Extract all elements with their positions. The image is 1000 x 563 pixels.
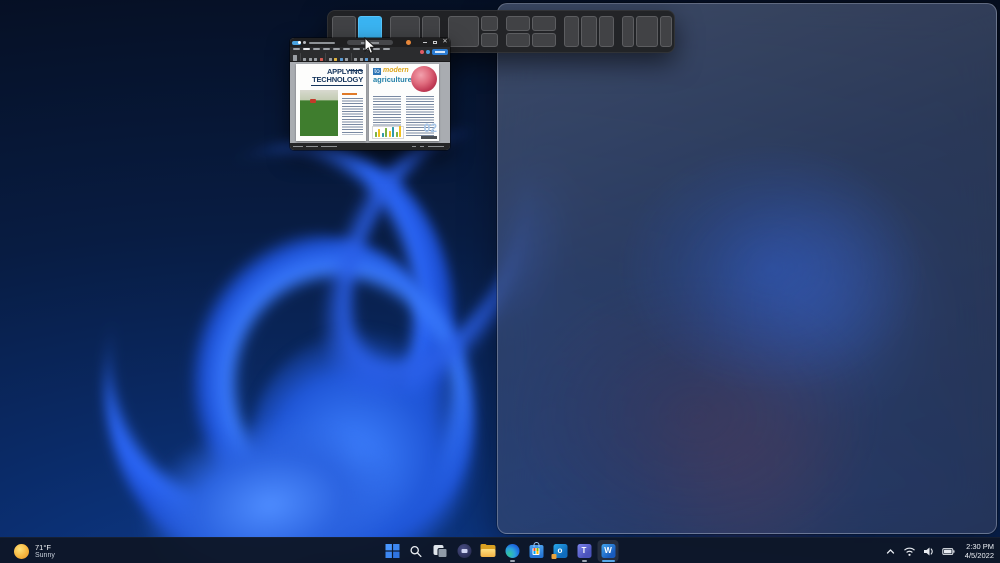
doc-bar-chart (372, 126, 404, 139)
snap-cell-top-right[interactable] (532, 16, 556, 31)
weather-condition: Sunny (35, 552, 55, 560)
outlook-icon: o (553, 544, 567, 558)
snap-cell-right-bottom[interactable] (481, 33, 498, 48)
heading-rule (349, 70, 363, 71)
close-button[interactable]: ✕ (440, 38, 450, 47)
windows-logo-icon (385, 544, 399, 558)
body-text-column (342, 98, 363, 135)
flower-photo (411, 66, 437, 92)
farm-field-photo (300, 90, 338, 136)
battery-icon[interactable] (942, 546, 955, 557)
file-explorer-button[interactable] (478, 540, 499, 562)
taskbar: 71°F Sunny (0, 537, 1000, 563)
share-button[interactable] (432, 49, 448, 55)
system-tray: 2:30 PM 4/5/2022 (885, 538, 994, 563)
document-title-text (309, 42, 335, 44)
snap-cell-col1[interactable] (564, 16, 579, 47)
title-word-to: to (373, 68, 381, 75)
autosave-toggle[interactable] (292, 41, 301, 45)
desktop: ✕ APPLYING TECHNOLOGY (0, 0, 1000, 563)
store-icon (529, 545, 543, 558)
taskbar-app-icons: o T W (382, 540, 619, 562)
document-canvas: APPLYING TECHNOLOGY to modern agricultur… (290, 62, 450, 143)
word-button-active[interactable]: W (598, 540, 619, 562)
title-word-modern: modern (383, 67, 409, 74)
folder-icon (481, 545, 496, 557)
tractor-in-photo (310, 99, 316, 103)
snap-cell-col2[interactable] (581, 16, 596, 47)
page-footer-caption (421, 136, 437, 139)
snap-layout-wide-center (622, 16, 672, 47)
minimize-button[interactable] (420, 38, 430, 47)
page-number-02: 02 (424, 122, 437, 134)
title-word-agriculture: agriculture (373, 75, 412, 84)
snap-cell-right-narrow[interactable] (660, 16, 672, 47)
snap-cell-left-half[interactable] (448, 16, 479, 47)
search-button[interactable] (406, 540, 427, 562)
running-indicator (582, 560, 587, 562)
outlook-button[interactable]: o (550, 540, 571, 562)
snap-cell-center-wide[interactable] (636, 16, 657, 47)
chat-button[interactable] (454, 540, 475, 562)
outlook-notification-badge (551, 554, 556, 559)
teams-button[interactable]: T (574, 540, 595, 562)
snap-preview-zone (497, 3, 997, 534)
weather-widget[interactable]: 71°F Sunny (8, 538, 61, 563)
time-text: 2:30 PM (966, 542, 994, 551)
account-avatar[interactable] (406, 40, 411, 45)
snap-layout-half-plus-stacked (448, 16, 498, 47)
hidden-icons-chevron[interactable] (885, 546, 896, 557)
snap-cell-right-top[interactable] (481, 16, 498, 31)
wifi-icon[interactable] (903, 546, 916, 557)
document-page-2: to modern agriculture 02 (369, 64, 439, 141)
word-icon: W (601, 544, 615, 558)
search-icon (410, 545, 423, 558)
edge-button[interactable] (502, 540, 523, 562)
snap-cell-bottom-right[interactable] (532, 33, 556, 48)
active-running-indicator (602, 560, 615, 563)
teams-icon: T (577, 544, 591, 558)
task-view-button[interactable] (430, 540, 451, 562)
save-icon[interactable] (303, 41, 306, 44)
snap-layout-three-columns (564, 16, 614, 47)
word-status-bar (290, 143, 450, 150)
chat-icon (457, 544, 471, 558)
orange-subheading (342, 93, 357, 95)
document-page-1: APPLYING TECHNOLOGY (296, 64, 366, 141)
snap-cell-left-narrow[interactable] (622, 16, 634, 47)
start-button[interactable] (382, 540, 403, 562)
task-view-icon (433, 545, 447, 558)
running-indicator (510, 560, 515, 562)
dictate-icon[interactable] (426, 50, 430, 54)
taskbar-clock[interactable]: 2:30 PM 4/5/2022 (962, 542, 994, 560)
editor-icon[interactable] (420, 50, 424, 54)
mouse-cursor (364, 37, 377, 55)
snap-cell-top-left[interactable] (506, 16, 530, 31)
snap-cell-bottom-left[interactable] (506, 33, 530, 48)
microsoft-store-button[interactable] (526, 540, 547, 562)
snap-layout-quad (506, 16, 556, 47)
maximize-button[interactable] (430, 38, 440, 47)
snap-cell-col3[interactable] (599, 16, 614, 47)
weather-temperature: 71°F (35, 543, 55, 552)
volume-icon[interactable] (923, 546, 935, 557)
edge-icon (505, 544, 519, 558)
date-text: 4/5/2022 (965, 551, 994, 560)
heading-rule (311, 85, 363, 86)
sunny-icon (14, 544, 29, 559)
